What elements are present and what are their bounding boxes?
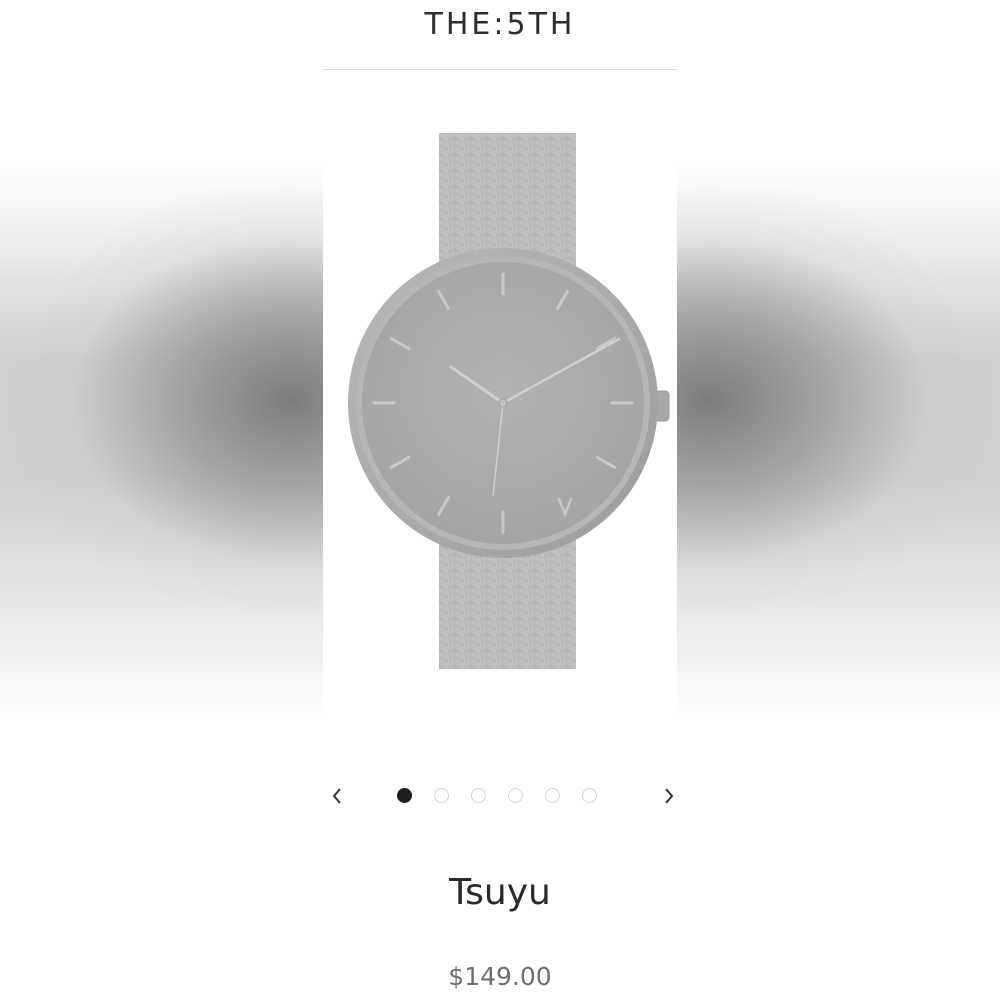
product-title: Tsuyu — [449, 872, 551, 913]
carousel-dot[interactable] — [397, 788, 412, 803]
carousel-dot[interactable] — [471, 788, 486, 803]
product-page: THE:5TH Tsuyu $149.00 — [323, 0, 677, 1000]
carousel-dot[interactable] — [545, 788, 560, 803]
carousel-dots — [397, 788, 597, 805]
carousel-prev-button[interactable] — [323, 778, 355, 814]
image-carousel-controls — [323, 778, 677, 814]
chevron-right-icon — [665, 788, 674, 804]
product-price: $149.00 — [448, 962, 552, 991]
header: THE:5TH — [323, 0, 677, 70]
brand-logo[interactable]: THE:5TH — [425, 7, 576, 42]
chevron-left-icon — [332, 788, 341, 804]
carousel-next-button[interactable] — [651, 778, 677, 814]
blurred-backdrop-left — [0, 0, 323, 1000]
carousel-dot[interactable] — [582, 788, 597, 803]
carousel-dot[interactable] — [508, 788, 523, 803]
blurred-backdrop-right — [677, 0, 1000, 1000]
carousel-dot[interactable] — [434, 788, 449, 803]
product-image[interactable] — [323, 71, 677, 771]
